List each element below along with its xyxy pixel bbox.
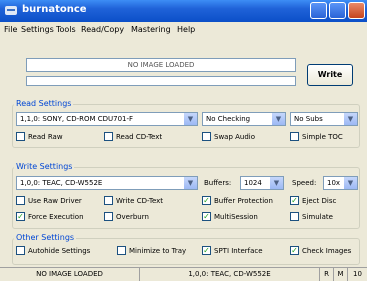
spti-interface-checkbox[interactable]: ✓ SPTI Interface [202,245,263,258]
chevron-down-icon[interactable]: ▼ [344,113,357,125]
title-bar[interactable]: burnatonce [0,0,367,22]
status-message: NO IMAGE LOADED [26,58,296,72]
checkbox-box[interactable] [104,131,113,141]
checkbox-box[interactable] [290,211,299,221]
status-bar: NO IMAGE LOADED 1,0,0: TEAC, CD-W552E R … [0,267,367,281]
simulate-label: Simulate [302,213,333,221]
menu-settings[interactable]: Settings [21,25,54,34]
speed-value: 10x [327,179,341,187]
simulate-checkbox[interactable]: Simulate [290,211,333,224]
read-settings-label: Read Settings [14,99,74,108]
checkbox-box[interactable] [16,245,25,255]
read-checking-value: No Checking [206,115,251,123]
swap-audio-label: Swap Audio [214,133,256,141]
chevron-down-icon[interactable]: ▼ [184,177,197,189]
eject-disc-checkbox[interactable]: ✓ Eject Disc [290,195,337,208]
use-raw-driver-checkbox[interactable]: Use Raw Driver [16,195,82,208]
minimize-to-tray-checkbox[interactable]: Minimize to Tray [117,245,187,258]
buffers-select[interactable]: 1024 ▼ [240,176,284,190]
progress-bar [26,76,296,86]
simple-toc-label: Simple TOC [302,133,343,141]
statusbar-extra: 10 [353,270,362,278]
statusbar-m: M [334,268,348,281]
read-checking-select[interactable]: No Checking ▼ [202,112,286,126]
overburn-label: Overburn [116,213,149,221]
checkbox-box[interactable] [117,245,126,255]
checkbox-box[interactable]: ✓ [16,211,25,221]
progress-panel: NO IMAGE LOADED [18,51,303,93]
write-cd-text-label: Write CD-Text [116,197,164,205]
force-execution-label: Force Execution [28,213,84,221]
chevron-down-icon[interactable]: ▼ [270,177,283,189]
checkbox-box[interactable] [104,211,113,221]
checkbox-box[interactable] [16,195,25,205]
buffer-protection-checkbox[interactable]: ✓ Buffer Protection [202,195,273,208]
maximize-button[interactable] [329,2,346,19]
menu-read-copy[interactable]: Read/Copy [81,25,124,34]
chevron-down-icon[interactable]: ▼ [272,113,285,125]
write-cd-text-checkbox[interactable]: Write CD-Text [104,195,164,208]
checkbox-box[interactable]: ✓ [202,245,211,255]
statusbar-drive: 1,0,0: TEAC, CD-W552E [140,268,320,281]
buffers-value: 1024 [244,179,262,187]
checkbox-box[interactable] [104,195,113,205]
read-raw-checkbox[interactable]: Read Raw [16,131,63,144]
checkbox-box[interactable] [202,131,211,141]
buffers-label: Buffers: [204,179,232,187]
checkbox-box[interactable]: ✓ [202,211,211,221]
read-drive-select[interactable]: 1,1,0: SONY, CD-ROM CDU701-F ▼ [16,112,198,126]
write-drive-value: 1,0,0: TEAC, CD-W552E [20,179,103,187]
read-raw-label: Read Raw [28,133,63,141]
checkbox-box[interactable]: ✓ [290,245,299,255]
eject-disc-label: Eject Disc [302,197,337,205]
spti-interface-label: SPTI Interface [214,247,263,255]
checkbox-box[interactable]: ✓ [202,195,211,205]
app-icon [5,6,17,15]
read-drive-value: 1,1,0: SONY, CD-ROM CDU701-F [20,115,134,123]
check-images-checkbox[interactable]: ✓ Check Images [290,245,352,258]
other-settings-label: Other Settings [14,233,77,242]
autohide-settings-checkbox[interactable]: Autohide Settings [16,245,91,258]
chevron-down-icon[interactable]: ▼ [184,113,197,125]
statusbar-image: NO IMAGE LOADED [0,268,140,281]
write-button[interactable]: Write [307,64,353,86]
read-subs-select[interactable]: No Subs ▼ [290,112,358,126]
buffer-protection-label: Buffer Protection [214,197,273,205]
use-raw-driver-label: Use Raw Driver [28,197,82,205]
force-execution-checkbox[interactable]: ✓ Force Execution [16,211,84,224]
check-images-label: Check Images [302,247,352,255]
multisession-checkbox[interactable]: ✓ MultiSession [202,211,258,224]
menu-file[interactable]: File [4,25,17,34]
menu-help[interactable]: Help [177,25,195,34]
menu-mastering[interactable]: Mastering [131,25,171,34]
window-title: burnatonce [22,4,87,15]
simple-toc-checkbox[interactable]: Simple TOC [290,131,343,144]
read-cd-text-label: Read CD-Text [116,133,163,141]
read-cd-text-checkbox[interactable]: Read CD-Text [104,131,163,144]
minimize-to-tray-label: Minimize to Tray [129,247,187,255]
close-button[interactable] [348,2,365,19]
autohide-settings-label: Autohide Settings [28,247,91,255]
menu-bar: File Settings Tools Read/Copy Mastering … [0,22,367,38]
read-subs-value: No Subs [294,115,323,123]
menu-tools[interactable]: Tools [56,25,76,34]
write-drive-select[interactable]: 1,0,0: TEAC, CD-W552E ▼ [16,176,198,190]
write-settings-label: Write Settings [14,162,75,171]
multisession-label: MultiSession [214,213,258,221]
chevron-down-icon[interactable]: ▼ [344,177,357,189]
speed-select[interactable]: 10x ▼ [323,176,358,190]
minimize-button[interactable] [310,2,327,19]
checkbox-box[interactable] [16,131,25,141]
overburn-checkbox[interactable]: Overburn [104,211,149,224]
swap-audio-checkbox[interactable]: Swap Audio [202,131,256,144]
statusbar-r: R [320,268,334,281]
speed-label: Speed: [292,179,317,187]
checkbox-box[interactable] [290,131,299,141]
checkbox-box[interactable]: ✓ [290,195,299,205]
